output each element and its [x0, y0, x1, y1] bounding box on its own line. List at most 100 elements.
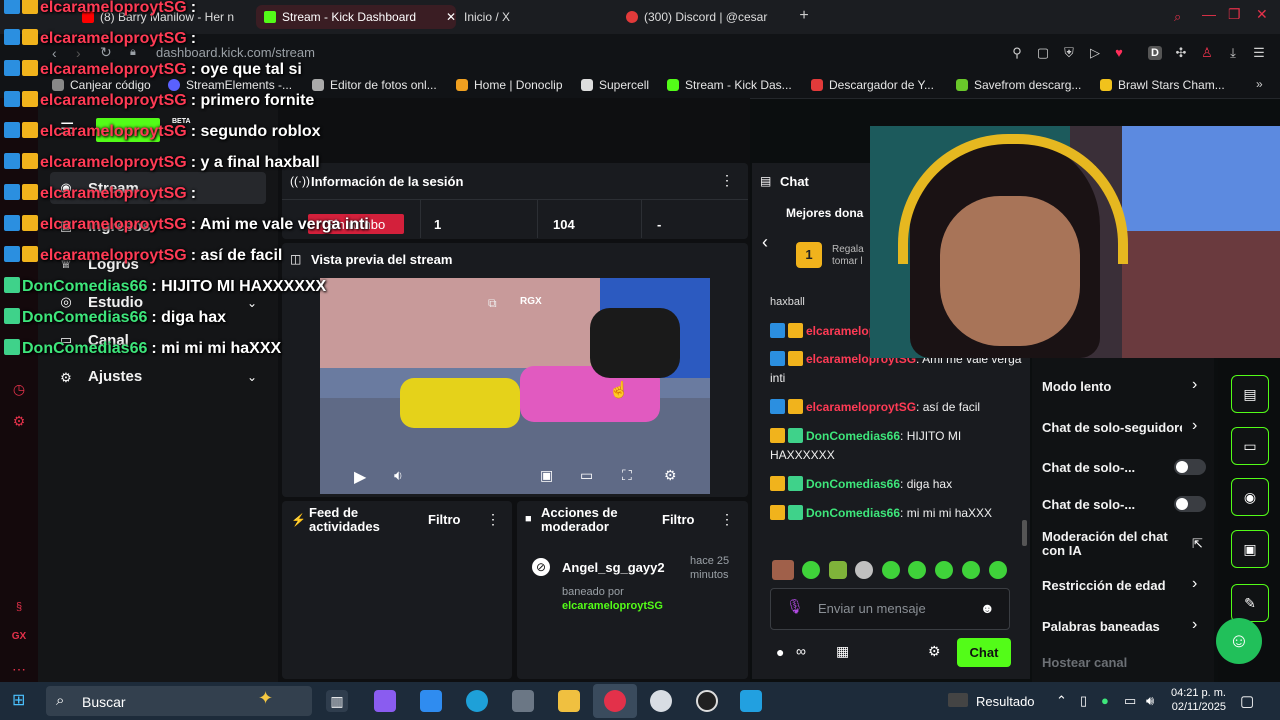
more-options-icon[interactable]: ⋮ [486, 511, 500, 528]
bookmark-item[interactable]: Stream - Kick Das... [667, 76, 792, 94]
video-settings-icon[interactable]: ⚙ [664, 467, 677, 484]
app-icon[interactable] [740, 690, 762, 712]
bookmarks-overflow-icon[interactable]: » [1256, 77, 1263, 91]
menu-emotes-only[interactable]: Chat de solo-... [1042, 497, 1135, 512]
infinity-icon[interactable]: ∞ [796, 643, 806, 659]
chat-message[interactable]: DonComedias66: HIJITO MI HAXXXXXX [770, 427, 1022, 465]
store-icon[interactable] [420, 690, 442, 712]
chat-username[interactable]: DonComedias66 [806, 506, 900, 520]
emotes-only-toggle[interactable] [1174, 496, 1206, 512]
chat-message[interactable]: DonComedias66: mi mi mi haXXX [770, 504, 1022, 523]
tab-x[interactable]: ✕ Inicio / X [438, 5, 634, 29]
notes-icon[interactable]: ▤ [1231, 375, 1269, 413]
network-icon[interactable]: ▭ [1124, 693, 1136, 709]
chat-message[interactable]: DonComedias66: diga hax [770, 475, 1022, 494]
chevron-right-icon[interactable]: › [1192, 417, 1197, 435]
menu-age-restriction[interactable]: Restricción de edad [1042, 578, 1166, 593]
bookmark-item[interactable]: Brawl Stars Cham... [1100, 76, 1225, 94]
chevron-right-icon[interactable]: › [1192, 575, 1197, 593]
chat-message[interactable]: elcarameloproytSG: así de facil [770, 398, 1022, 417]
users-icon[interactable]: ● [776, 644, 784, 660]
chat-icon[interactable]: ▭ [1231, 427, 1269, 465]
volume-icon[interactable]: 🔉︎ [394, 467, 403, 484]
shield-icon[interactable]: ⛨ [1062, 46, 1076, 60]
extensions-icon[interactable]: ✣ [1174, 46, 1188, 60]
chevron-right-icon[interactable]: › [1192, 376, 1197, 394]
tray-app-icon[interactable]: ● [1101, 693, 1109, 708]
history-icon[interactable]: ◷ [10, 380, 28, 398]
tray-chevron-icon[interactable]: ⌃ [1056, 693, 1067, 709]
profile-icon[interactable]: ♙ [1200, 46, 1214, 60]
chevron-down-icon[interactable]: ⌄ [244, 369, 260, 385]
chat-scrollbar[interactable] [1022, 520, 1027, 546]
emote-icon[interactable] [989, 561, 1007, 579]
ban-moderator[interactable]: elcarameloproytSG [562, 600, 663, 612]
heart-icon[interactable]: ♥ [1112, 46, 1126, 60]
popout-icon[interactable]: ⧉ [488, 296, 497, 311]
send-chat-button[interactable]: Chat [957, 638, 1011, 667]
task-view-icon[interactable]: ▥ [326, 690, 348, 712]
download-icon[interactable]: ⤓ [1226, 46, 1240, 60]
emote-icon[interactable] [935, 561, 953, 579]
gx-icon[interactable]: § [10, 598, 28, 616]
emoji-icon[interactable]: ☻ [980, 600, 995, 616]
microphone-icon[interactable]: 🎙︎ [786, 598, 804, 616]
chat-username[interactable]: DonComedias66 [806, 429, 900, 443]
nav-ajustes[interactable]: Ajustes [88, 366, 142, 388]
emote-icon[interactable] [855, 561, 873, 579]
menu-banned-words[interactable]: Palabras baneadas [1042, 619, 1160, 634]
play-icon[interactable]: ▶ [354, 467, 366, 487]
pin-icon[interactable]: ⚲ [1010, 46, 1024, 60]
chat-input-placeholder[interactable]: Enviar un mensaje [818, 601, 926, 616]
subs-only-toggle[interactable] [1174, 459, 1206, 475]
new-tab-button[interactable]: + [796, 8, 812, 24]
emote-icon[interactable] [802, 561, 820, 579]
fullscreen-icon[interactable]: ⛶ [622, 467, 632, 484]
chat-username[interactable]: elcarameloproytSG [806, 400, 916, 414]
chat-settings-icon[interactable]: ⚙ [928, 643, 941, 660]
settings-icon[interactable]: ⚙ [10, 412, 28, 430]
emote-icon[interactable] [829, 561, 847, 579]
banned-user[interactable]: Angel_sg_gayy2 [562, 560, 665, 575]
obs-icon[interactable] [696, 690, 718, 712]
more-options-icon[interactable]: ⋮ [720, 511, 734, 528]
menu-slow-mode[interactable]: Modo lento [1042, 379, 1111, 394]
mod-filter-button[interactable]: Filtro [662, 512, 695, 527]
emote-icon[interactable] [882, 561, 900, 579]
menu-ai-moderation[interactable]: Moderación del chat con IA [1042, 530, 1182, 558]
external-link-icon[interactable]: ⇱ [1192, 536, 1203, 552]
pip-icon[interactable]: ▣ [540, 467, 553, 484]
feed-filter-button[interactable]: Filtro [428, 512, 461, 527]
notifications-icon[interactable]: ▢ [1240, 692, 1254, 710]
menu-host-channel[interactable]: Hostear canal [1042, 655, 1127, 670]
more-options-icon[interactable]: ⋮ [720, 172, 734, 189]
copilot-icon[interactable] [374, 690, 396, 712]
app-icon[interactable] [650, 690, 672, 712]
broadcast-icon[interactable]: ◉ [1231, 478, 1269, 516]
menu-icon[interactable]: ☰ [1252, 46, 1266, 60]
menu-followers-only[interactable]: Chat de solo-seguidores [1042, 420, 1182, 435]
extension-d-icon[interactable]: D [1148, 46, 1162, 60]
opera-gx-icon[interactable] [604, 690, 626, 712]
minimize-icon[interactable]: — [1202, 6, 1216, 22]
theater-icon[interactable]: ▭ [580, 467, 593, 484]
wrench-icon[interactable]: ✎ [1231, 584, 1269, 622]
tab-discord[interactable]: (300) Discord | @cesar [618, 5, 814, 29]
speaker-icon[interactable]: 🔊︎ [1146, 693, 1154, 709]
emote-icon[interactable] [962, 561, 980, 579]
app-icon[interactable] [512, 690, 534, 712]
bookmark-item[interactable]: Supercell [581, 76, 649, 94]
support-chat-button[interactable]: ☺ [1216, 618, 1262, 664]
file-explorer-icon[interactable] [558, 690, 580, 712]
edge-icon[interactable] [466, 690, 488, 712]
menu-subs-only[interactable]: Chat de solo-... [1042, 460, 1135, 475]
chat-username[interactable]: DonComedias66 [806, 477, 900, 491]
emote-icon[interactable] [908, 561, 926, 579]
gx-corner-icon[interactable]: GX [10, 628, 28, 646]
chevron-left-icon[interactable]: ‹ [762, 232, 768, 253]
maximize-icon[interactable]: ❐ [1228, 6, 1241, 23]
store-icon[interactable]: ▦ [836, 643, 849, 660]
taskbar-search-label[interactable]: Buscar [82, 694, 126, 710]
emote-icon[interactable] [772, 560, 794, 580]
news-widget-text[interactable]: Resultado [976, 694, 1035, 709]
